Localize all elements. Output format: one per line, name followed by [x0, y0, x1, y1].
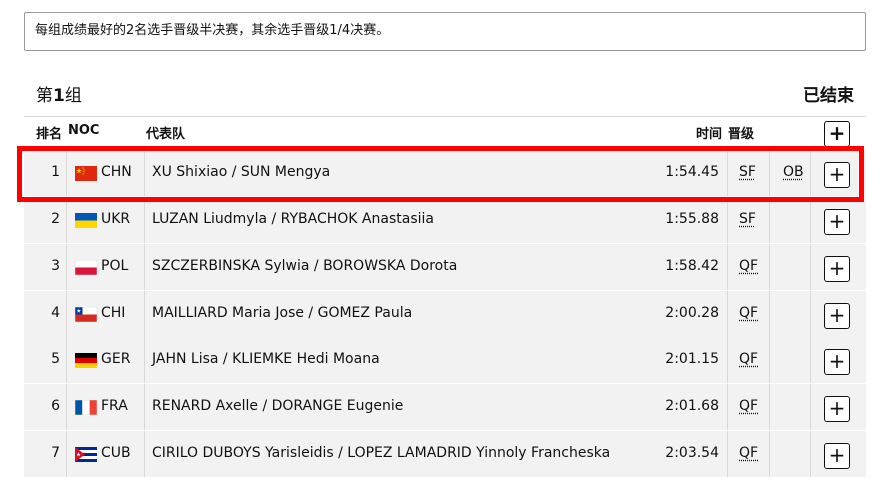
team-name: LUZAN Liudmyla / RYBACHOK Anastasiia	[152, 211, 434, 227]
column-divider	[144, 337, 145, 383]
team-name: MAILLIARD Maria Jose / GOMEZ Paula	[152, 305, 413, 321]
group-number: 1	[53, 86, 65, 106]
time-cell: 1:55.88	[665, 211, 719, 227]
noc-code: POL	[101, 258, 129, 274]
column-divider	[769, 291, 770, 337]
column-divider	[727, 384, 728, 430]
team-name: RENARD Axelle / DORANGE Eugenie	[152, 398, 404, 414]
result-row: 4 CHI MAILLIARD Maria Jose / GOMEZ Paula…	[24, 291, 866, 338]
column-divider	[144, 244, 145, 290]
time-cell: 2:00.28	[665, 305, 719, 321]
qualification-badge: QF	[739, 258, 759, 274]
group-header: 第1组 已结束	[24, 78, 866, 117]
column-divider	[769, 431, 770, 477]
column-divider	[727, 197, 728, 243]
group-title: 第1组	[36, 81, 82, 106]
column-divider	[727, 337, 728, 383]
expand-row-button[interactable]: +	[824, 256, 850, 282]
column-divider	[144, 384, 145, 430]
expand-all-button[interactable]: +	[824, 121, 850, 147]
chi-flag	[74, 306, 98, 323]
column-divider	[810, 431, 811, 477]
time-cell: 2:03.54	[665, 445, 719, 461]
column-divider	[810, 244, 811, 290]
column-divider	[769, 197, 770, 243]
fra-flag	[74, 399, 98, 416]
time-cell: 1:58.42	[665, 258, 719, 274]
expand-row-button[interactable]: +	[824, 443, 850, 469]
team-name: CIRILO DUBOYS Yarisleidis / LOPEZ LAMADR…	[152, 445, 611, 461]
column-divider	[144, 431, 145, 477]
team-name: JAHN Lisa / KLIEMKE Hedi Moana	[152, 351, 380, 367]
expand-row-button[interactable]: +	[824, 396, 850, 422]
rank-cell: 5	[51, 351, 60, 367]
time-cell: 2:01.15	[665, 351, 719, 367]
column-divider	[66, 291, 67, 337]
col-qual: 晋级	[728, 127, 755, 142]
rank-cell: 7	[51, 445, 60, 461]
expand-row-button[interactable]: +	[824, 349, 850, 375]
rank-cell: 3	[51, 258, 60, 274]
ukr-flag	[75, 213, 97, 228]
rank-cell: 4	[51, 305, 60, 321]
column-divider	[769, 384, 770, 430]
column-divider	[727, 431, 728, 477]
result-row: 5 GER JAHN Lisa / KLIEMKE Hedi Moana 2:0…	[24, 337, 866, 384]
noc-code: GER	[101, 351, 131, 367]
col-rank: 排名	[36, 127, 63, 142]
column-divider	[810, 291, 811, 337]
result-row: 3 POL SZCZERBINSKA Sylwia / BOROWSKA Dor…	[24, 244, 866, 291]
column-divider	[769, 337, 770, 383]
col-team: 代表队	[146, 127, 186, 142]
column-divider	[144, 197, 145, 243]
time-cell: 2:01.68	[665, 398, 719, 414]
column-divider	[810, 337, 811, 383]
noc-code: FRA	[101, 398, 128, 414]
pol-flag	[74, 259, 98, 276]
qualification-badge: QF	[739, 351, 759, 367]
qualification-badge: QF	[739, 305, 759, 321]
ger-flag	[75, 353, 97, 368]
expand-row-button[interactable]: +	[824, 209, 850, 235]
group-title-suffix: 组	[64, 86, 82, 106]
race-status: 已结束	[803, 86, 854, 106]
qualification-notice: 每组成绩最好的2名选手晋级半决赛，其余选手晋级1/4决赛。	[24, 12, 866, 51]
column-divider	[66, 384, 67, 430]
result-row: 7 CUB CIRILO DUBOYS Yarisleidis / LOPEZ …	[24, 431, 866, 478]
noc-code: CUB	[101, 445, 131, 461]
column-divider	[810, 384, 811, 430]
column-divider	[66, 431, 67, 477]
column-divider	[66, 197, 67, 243]
qualification-badge: QF	[739, 445, 759, 461]
col-time: 时间	[696, 127, 723, 142]
noc-code: CHI	[101, 305, 126, 321]
column-divider	[810, 197, 811, 243]
noc-code: UKR	[101, 211, 131, 227]
result-row: 6 FRA RENARD Axelle / DORANGE Eugenie 2:…	[24, 384, 866, 431]
group-title-prefix: 第	[36, 86, 53, 106]
team-name: SZCZERBINSKA Sylwia / BOROWSKA Dorota	[152, 258, 458, 274]
rank-cell: 6	[51, 398, 60, 414]
result-row: 2 UKR LUZAN Liudmyla / RYBACHOK Anastasi…	[24, 197, 866, 244]
column-divider	[66, 337, 67, 383]
column-divider	[769, 244, 770, 290]
column-divider	[66, 244, 67, 290]
highlight-box	[17, 146, 864, 202]
rank-cell: 2	[51, 211, 60, 227]
cub-flag	[75, 447, 97, 462]
expand-row-button[interactable]: +	[824, 303, 850, 329]
column-divider	[727, 291, 728, 337]
qualification-badge: QF	[739, 398, 759, 414]
column-divider	[144, 291, 145, 337]
qualification-badge: SF	[739, 211, 756, 227]
column-divider	[727, 244, 728, 290]
col-noc: NOC	[68, 123, 100, 138]
